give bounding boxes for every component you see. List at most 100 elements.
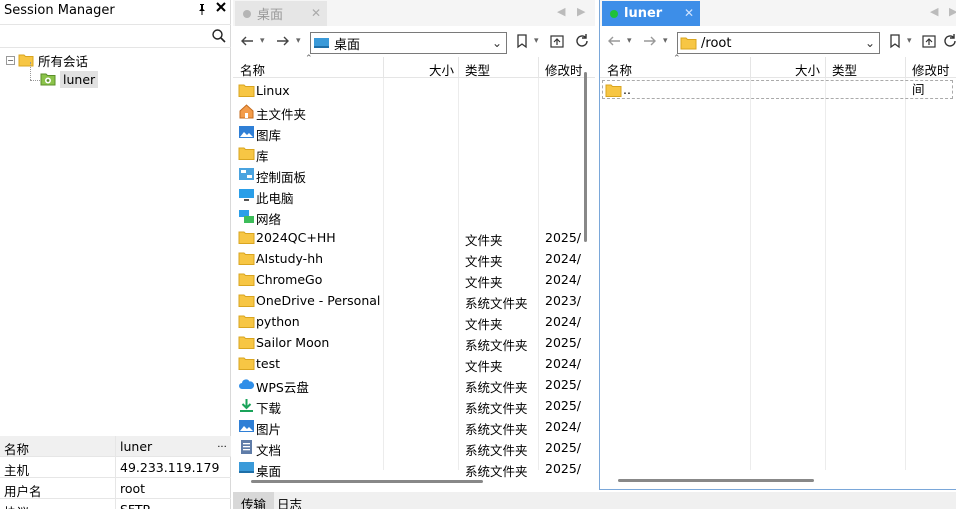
bookmark-icon[interactable] xyxy=(514,33,530,49)
tab-luner[interactable]: luner ✕ xyxy=(602,1,700,26)
session-icon xyxy=(40,73,56,86)
bookmark-dropdown-icon[interactable]: ▾ xyxy=(907,36,912,46)
remote-file-pane: luner ✕ ◀ ▶ ▾ ▾ /root ⌄ ▾ 名称 ⌃ 大小 类型 修改时… xyxy=(599,0,956,490)
session-search-input[interactable] xyxy=(2,27,207,45)
refresh-icon[interactable] xyxy=(942,33,956,49)
vertical-scrollbar[interactable] xyxy=(584,72,587,242)
local-address-bar[interactable]: 桌面 ⌄ xyxy=(310,32,507,54)
file-name: 2024QC+HH xyxy=(256,230,336,245)
forward-icon[interactable] xyxy=(642,33,658,49)
horizontal-scrollbar[interactable] xyxy=(251,480,483,483)
forward-icon[interactable] xyxy=(275,33,291,49)
horizontal-scrollbar[interactable] xyxy=(618,479,814,482)
forward-dropdown-icon[interactable]: ▾ xyxy=(296,36,301,46)
tree-item-luner[interactable]: luner xyxy=(40,70,99,88)
list-item[interactable]: python 文件夹 2024/ xyxy=(233,311,595,332)
list-item[interactable]: 下载 系统文件夹 2025/ xyxy=(233,395,595,416)
search-icon[interactable] xyxy=(211,28,227,44)
column-type-header[interactable]: 类型 xyxy=(832,60,857,79)
tab-scroll-left-icon[interactable]: ◀ xyxy=(930,5,938,18)
folder-icon xyxy=(238,252,255,265)
column-divider[interactable] xyxy=(905,57,906,78)
column-name-header[interactable]: 名称 xyxy=(240,60,265,79)
file-name: OneDrive - Personal xyxy=(256,293,381,308)
tree-item-all-sessions[interactable]: − 所有会话 xyxy=(6,51,88,69)
collapse-icon[interactable]: − xyxy=(6,55,15,65)
tab-bar: luner ✕ ◀ ▶ xyxy=(600,0,956,26)
list-item[interactable]: 文档 系统文件夹 2025/ xyxy=(233,437,595,458)
tab-label: 桌面 xyxy=(257,8,284,23)
tab-desktop[interactable]: 桌面 ✕ xyxy=(235,1,327,26)
property-row: 用户名 root xyxy=(0,478,231,499)
list-item[interactable]: OneDrive - Personal 系统文件夹 2023/ xyxy=(233,290,595,311)
column-divider[interactable] xyxy=(383,57,384,78)
tab-transfer[interactable]: 传输 xyxy=(233,492,275,509)
list-item[interactable]: 主文件夹 xyxy=(233,101,595,122)
file-name: 主文件夹 xyxy=(256,107,307,122)
more-button[interactable]: ... xyxy=(213,436,231,456)
refresh-icon[interactable] xyxy=(574,33,590,49)
chevron-down-icon[interactable]: ⌄ xyxy=(492,36,502,50)
folder-icon xyxy=(18,54,34,67)
parent-folder-icon[interactable] xyxy=(549,33,565,49)
list-item[interactable]: 控制面板 xyxy=(233,164,595,185)
local-toolbar: ▾ ▾ 桌面 ⌄ ▾ xyxy=(233,28,595,56)
close-icon[interactable]: ✕ xyxy=(684,6,694,20)
back-icon[interactable] xyxy=(606,33,622,49)
file-name: ChromeGo xyxy=(256,272,323,287)
column-divider[interactable] xyxy=(538,57,539,78)
list-item[interactable]: AIstudy-hh 文件夹 2024/ xyxy=(233,248,595,269)
folder-icon xyxy=(238,273,255,286)
column-divider[interactable] xyxy=(825,57,826,78)
parent-folder-icon[interactable] xyxy=(921,33,937,49)
list-item[interactable]: Sailor Moon 系统文件夹 2025/ xyxy=(233,332,595,353)
back-dropdown-icon[interactable]: ▾ xyxy=(260,36,265,46)
forward-dropdown-icon[interactable]: ▾ xyxy=(663,36,668,46)
folder-icon xyxy=(680,37,697,50)
remote-address-bar[interactable]: /root ⌄ xyxy=(677,32,880,54)
list-item[interactable]: Linux xyxy=(233,80,595,101)
desktop-icon xyxy=(239,462,254,473)
column-divider xyxy=(750,78,751,470)
list-item[interactable]: 库 xyxy=(233,143,595,164)
tab-scroll-left-icon[interactable]: ◀ xyxy=(557,5,565,18)
remote-toolbar: ▾ ▾ /root ⌄ ▾ xyxy=(600,28,956,56)
list-item[interactable]: WPS云盘 系统文件夹 2025/ xyxy=(233,374,595,395)
list-item[interactable]: 2024QC+HH 文件夹 2025/ xyxy=(233,227,595,248)
pin-icon[interactable] xyxy=(196,3,208,18)
tab-scroll-right-icon[interactable]: ▶ xyxy=(949,5,956,18)
file-name: 图片 xyxy=(256,422,282,437)
bookmark-dropdown-icon[interactable]: ▾ xyxy=(534,36,539,46)
file-modified: 2025/ xyxy=(545,377,582,392)
file-name: 桌面 xyxy=(256,464,282,479)
column-divider[interactable] xyxy=(458,57,459,78)
bookmark-icon[interactable] xyxy=(887,33,903,49)
desktop-icon xyxy=(314,38,329,48)
list-item[interactable]: 图库 xyxy=(233,122,595,143)
column-divider[interactable] xyxy=(750,57,751,78)
close-icon[interactable]: ✕ xyxy=(311,6,321,20)
property-value: 49.233.119.179 xyxy=(120,460,220,475)
close-icon[interactable] xyxy=(215,1,227,17)
file-modified: 2024/ xyxy=(545,314,582,329)
chevron-down-icon[interactable]: ⌄ xyxy=(865,36,875,50)
tab-scroll-right-icon[interactable]: ▶ xyxy=(577,5,585,18)
document-icon xyxy=(241,440,252,454)
column-type-header[interactable]: 类型 xyxy=(465,60,490,79)
list-item[interactable]: 图片 系统文件夹 2024/ xyxy=(233,416,595,437)
back-dropdown-icon[interactable]: ▾ xyxy=(627,36,632,46)
column-name-header[interactable]: 名称 xyxy=(607,60,632,79)
tab-log[interactable]: 日志 xyxy=(269,492,310,509)
column-size-header[interactable]: 大小 xyxy=(795,60,820,79)
column-size-header[interactable]: 大小 xyxy=(429,60,454,79)
home-icon xyxy=(239,104,254,119)
list-item[interactable]: 网络 xyxy=(233,206,595,227)
list-item[interactable]: test 文件夹 2024/ xyxy=(233,353,595,374)
column-modified-header[interactable]: 修改时 xyxy=(545,60,583,79)
list-item[interactable]: 桌面 系统文件夹 2025/ xyxy=(233,458,595,479)
list-item[interactable]: 此电脑 xyxy=(233,185,595,206)
list-item[interactable]: ChromeGo 文件夹 2024/ xyxy=(233,269,595,290)
file-name: 下载 xyxy=(256,401,282,416)
list-item-parent-dir[interactable]: .. xyxy=(602,80,953,99)
back-icon[interactable] xyxy=(239,33,255,49)
